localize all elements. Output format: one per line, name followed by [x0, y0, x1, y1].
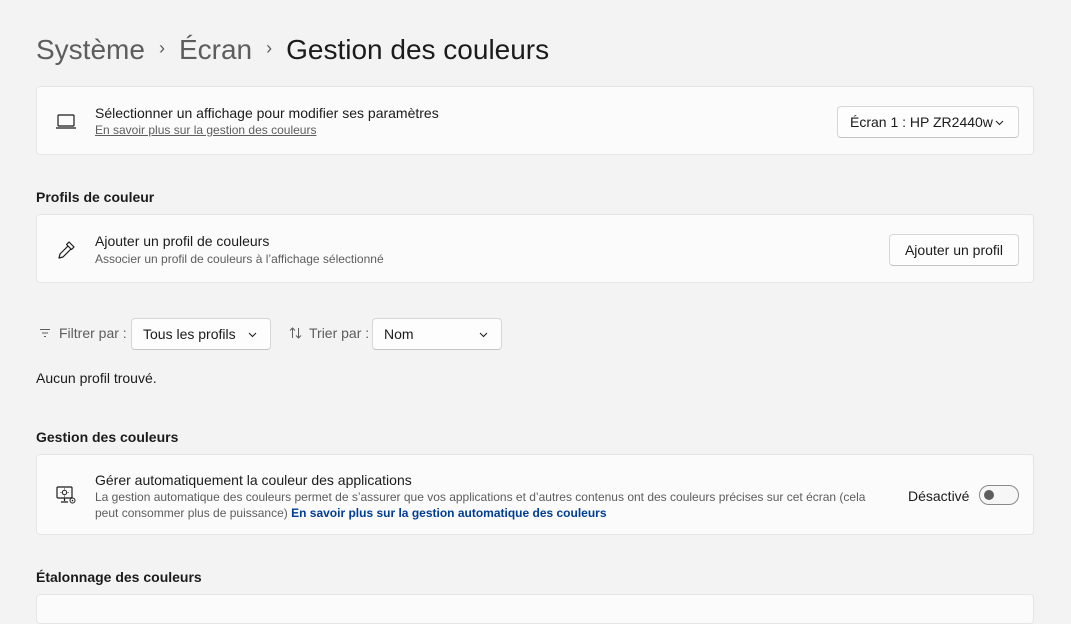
auto-color-management-title: Gérer automatiquement la couleur des app… — [95, 472, 412, 488]
add-profile-button[interactable]: Ajouter un profil — [889, 234, 1019, 266]
auto-color-management-card: Gérer automatiquement la couleur des app… — [36, 454, 1034, 535]
eyedropper-icon — [58, 241, 75, 259]
chevron-down-icon — [479, 332, 488, 338]
breadcrumb-ecran[interactable]: Écran — [179, 34, 252, 66]
chevron-down-icon — [248, 332, 257, 338]
sort-icon — [289, 327, 302, 339]
sort-label: Trier par : — [289, 325, 369, 341]
add-profile-title: Ajouter un profil de couleurs — [95, 233, 270, 249]
filter-label-text: Filtrer par : — [59, 325, 127, 341]
auto-color-management-description: La gestion automatique des couleurs perm… — [95, 490, 866, 504]
laptop-icon — [56, 114, 76, 129]
breadcrumb: Système › Écran › Gestion des couleurs — [36, 30, 549, 70]
filter-dropdown-value: Tous les profils — [143, 326, 236, 342]
display-select-title: Sélectionner un affichage pour modifier … — [95, 105, 439, 121]
add-color-profile-card: Ajouter un profil de couleurs Associer u… — [36, 214, 1034, 283]
auto-color-management-description-line2: peut consommer plus de puissance) En sav… — [95, 506, 607, 520]
add-profile-description: Associer un profil de couleurs à l’affic… — [95, 252, 384, 266]
auto-color-management-toggle[interactable] — [979, 485, 1019, 505]
display-color-settings-icon — [56, 486, 76, 504]
display-dropdown[interactable]: Écran 1 : HP ZR2440w — [837, 106, 1019, 138]
display-select-card: Sélectionner un affichage pour modifier … — [36, 86, 1034, 155]
add-profile-button-label: Ajouter un profil — [904, 242, 1004, 258]
toggle-knob — [984, 490, 994, 500]
color-calibration-card — [36, 594, 1034, 624]
filter-icon — [40, 329, 50, 337]
auto-color-management-description-end: peut consommer plus de puissance) — [95, 506, 292, 520]
sort-dropdown-value: Nom — [384, 326, 414, 342]
color-management-heading: Gestion des couleurs — [36, 429, 179, 445]
auto-color-management-learn-more-link[interactable]: En savoir plus sur la gestion automatiqu… — [291, 506, 606, 520]
color-management-learn-more-link[interactable]: En savoir plus sur la gestion des couleu… — [95, 123, 316, 137]
toggle-state-label: Désactivé — [908, 488, 970, 504]
chevron-right-icon: › — [266, 37, 273, 58]
filter-label: Filtrer par : — [39, 325, 127, 341]
no-profiles-message: Aucun profil trouvé. — [36, 370, 157, 386]
display-dropdown-value: Écran 1 : HP ZR2440w — [850, 114, 993, 130]
sort-label-text: Trier par : — [309, 325, 370, 341]
filter-dropdown[interactable]: Tous les profils — [131, 318, 271, 350]
color-profiles-heading: Profils de couleur — [36, 189, 155, 205]
sort-dropdown[interactable]: Nom — [372, 318, 502, 350]
chevron-down-icon — [995, 120, 1004, 126]
color-calibration-heading: Étalonnage des couleurs — [36, 569, 202, 585]
breadcrumb-systeme[interactable]: Système — [36, 34, 145, 66]
page-title: Gestion des couleurs — [286, 34, 550, 65]
chevron-right-icon: › — [158, 37, 165, 58]
